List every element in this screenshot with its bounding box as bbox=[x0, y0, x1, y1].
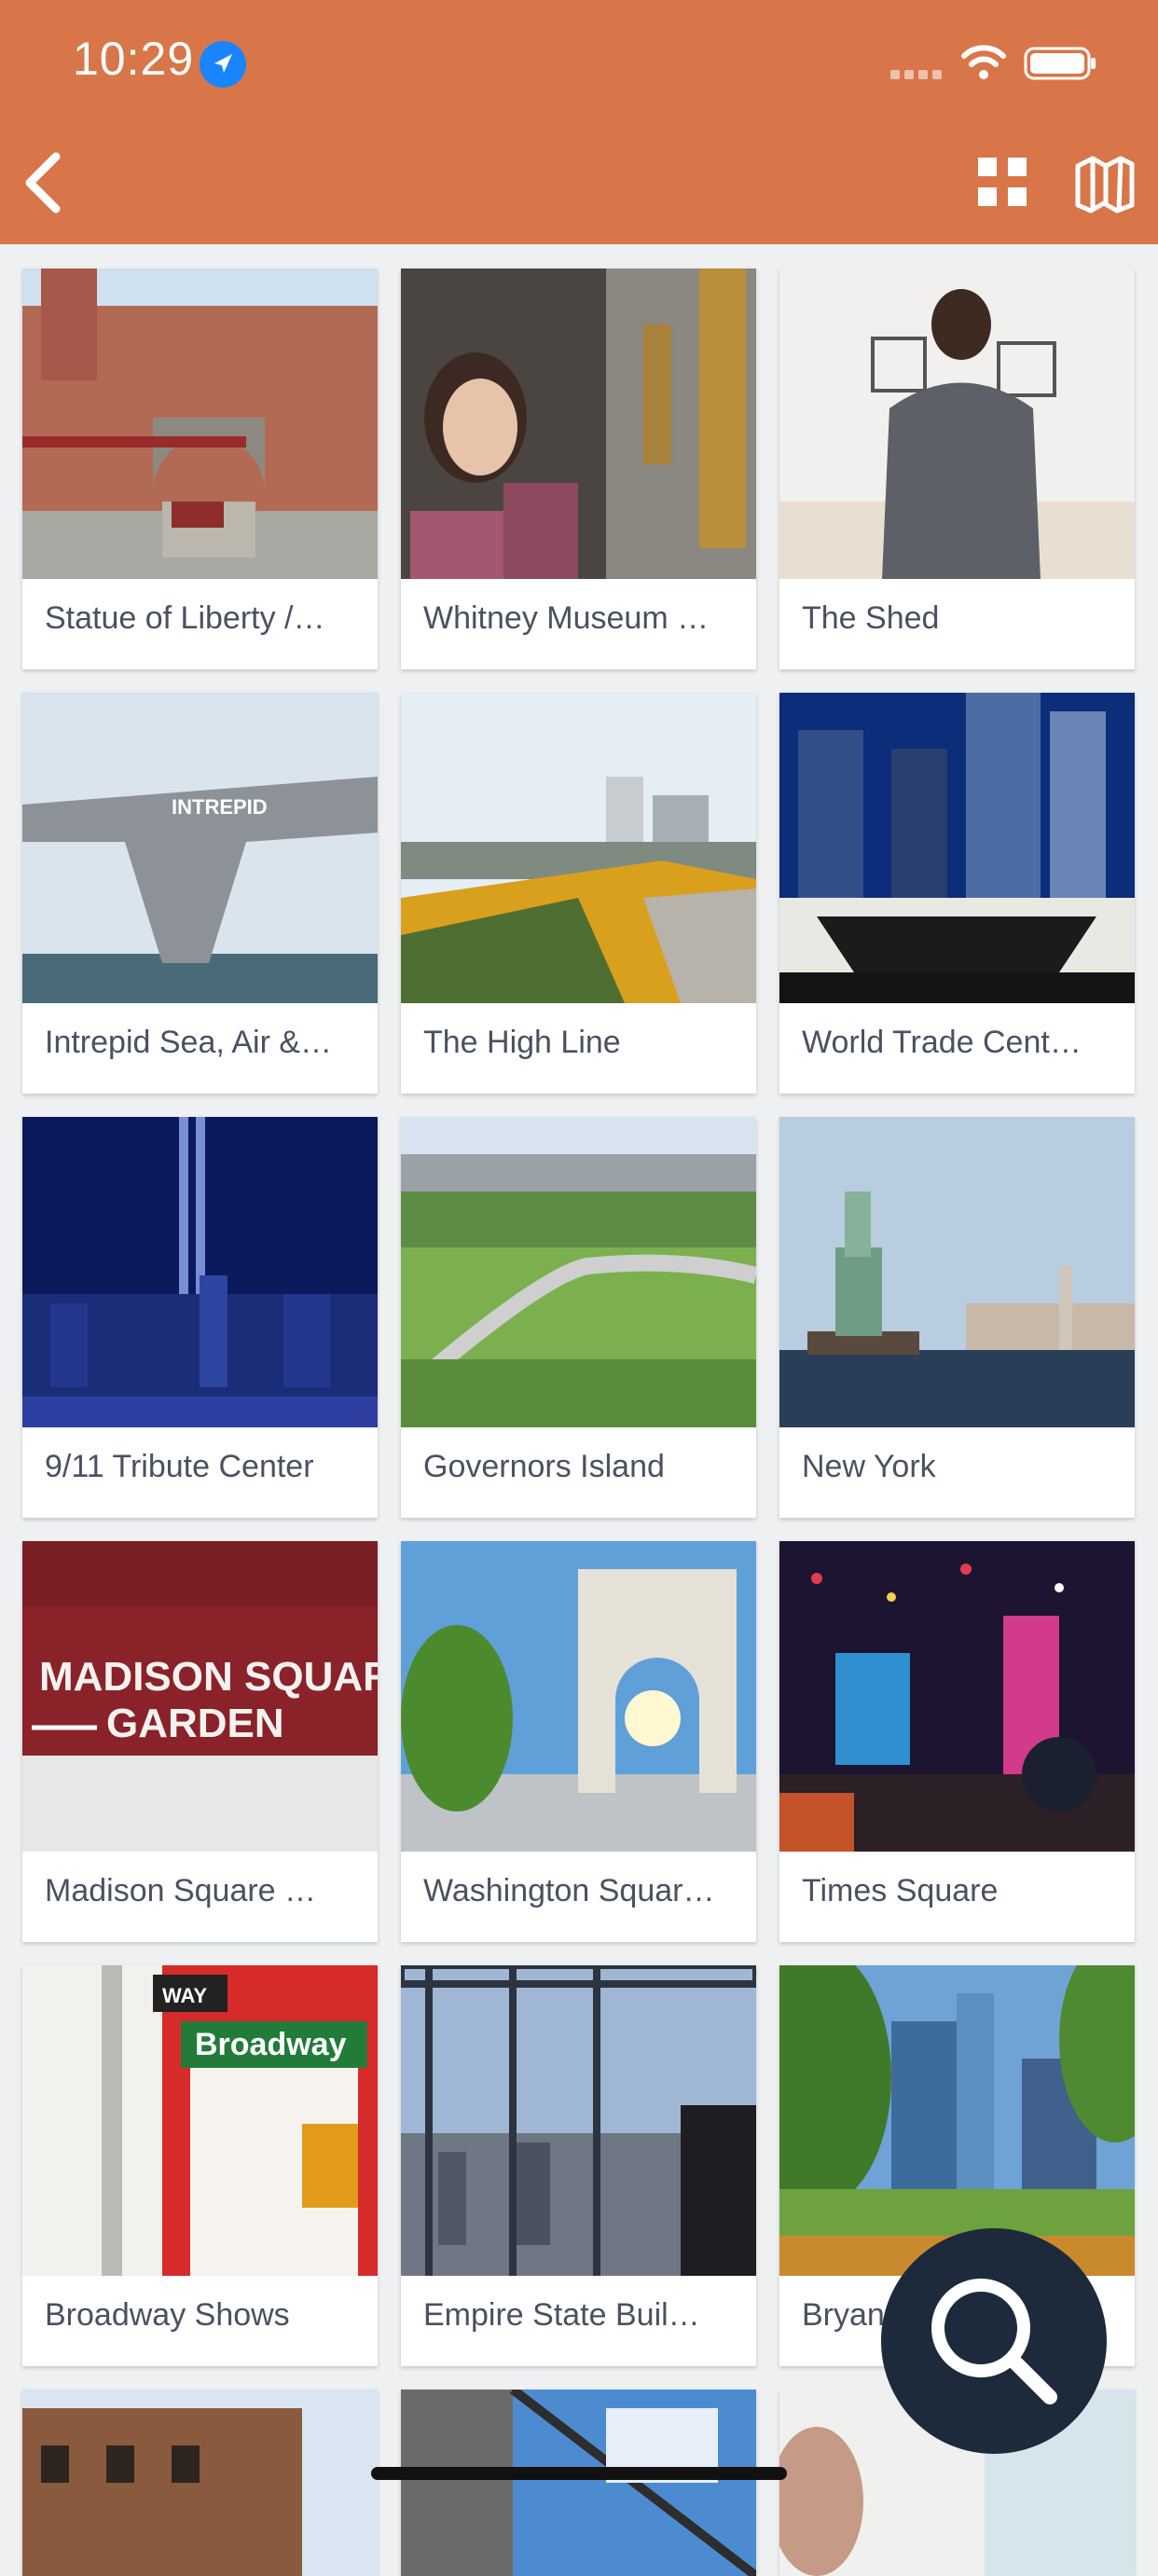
attraction-tile[interactable] bbox=[401, 2390, 756, 2576]
attraction-label: World Trade Cent… bbox=[802, 1025, 1082, 1060]
attraction-label: Intrepid Sea, Air &… bbox=[45, 1025, 333, 1060]
attraction-tile[interactable]: Governors Island bbox=[401, 1117, 756, 1518]
app-header: 10:29 bbox=[0, 0, 1158, 244]
attraction-image: Broadway WAY bbox=[22, 1965, 378, 2276]
attraction-label: Madison Square … bbox=[45, 1873, 317, 1908]
attraction-image bbox=[401, 2390, 756, 2576]
attraction-tile[interactable]: Broadway WAY Broadway Shows bbox=[22, 1965, 378, 2366]
madison-sign-bottom: GARDEN bbox=[106, 1701, 284, 1746]
attraction-image bbox=[401, 693, 756, 1003]
attraction-tile[interactable]: The High Line bbox=[401, 693, 756, 1094]
attraction-tile[interactable]: Statue of Liberty /… bbox=[22, 269, 378, 669]
attraction-image bbox=[779, 269, 1135, 579]
attraction-image: INTREPID bbox=[22, 693, 378, 1003]
attraction-tile[interactable]: INTREPID Intrepid Sea, Air &… bbox=[22, 693, 378, 1094]
attraction-tile[interactable]: MADISON SQUARE GARDEN Madison Square … bbox=[22, 1541, 378, 1942]
grid-view-button[interactable] bbox=[974, 154, 1030, 210]
attraction-image bbox=[22, 2390, 378, 2576]
attraction-image bbox=[779, 1541, 1135, 1852]
attraction-tile[interactable] bbox=[22, 2390, 378, 2576]
attraction-label: Governors Island bbox=[423, 1449, 665, 1484]
intrepid-text: INTREPID bbox=[172, 795, 268, 819]
attraction-label: Times Square bbox=[802, 1873, 999, 1908]
attraction-label: Washington Squar… bbox=[423, 1873, 715, 1908]
search-fab-button[interactable] bbox=[881, 2228, 1107, 2454]
attraction-image bbox=[779, 1965, 1135, 2276]
battery-icon bbox=[1024, 45, 1098, 87]
back-button[interactable] bbox=[13, 145, 78, 220]
attraction-image bbox=[779, 1117, 1135, 1427]
attraction-tile[interactable]: Washington Squar… bbox=[401, 1541, 756, 1942]
attraction-tile[interactable]: 9/11 Tribute Center bbox=[22, 1117, 378, 1518]
attraction-image bbox=[779, 693, 1135, 1003]
attraction-image bbox=[22, 1117, 378, 1427]
attraction-label: The High Line bbox=[423, 1025, 621, 1060]
cellular-signal-icon bbox=[890, 67, 946, 84]
attraction-image bbox=[401, 269, 756, 579]
wifi-icon bbox=[960, 41, 1007, 87]
search-icon bbox=[931, 2279, 1057, 2404]
attraction-image bbox=[401, 1541, 756, 1852]
attraction-image bbox=[401, 1965, 756, 2276]
status-time: 10:29 bbox=[73, 33, 195, 85]
attraction-image bbox=[401, 1117, 756, 1427]
attraction-tile[interactable]: New York bbox=[779, 1117, 1135, 1518]
attraction-label: The Shed bbox=[802, 600, 940, 636]
attraction-tile[interactable]: Whitney Museum … bbox=[401, 269, 756, 669]
madison-sign-top: MADISON SQUARE bbox=[39, 1654, 378, 1700]
attraction-label: Broadway Shows bbox=[45, 2297, 290, 2333]
broadway-sign: Broadway bbox=[195, 2027, 347, 2062]
location-icon bbox=[200, 41, 246, 88]
attraction-tile[interactable]: The Shed bbox=[779, 269, 1135, 669]
attraction-tile[interactable]: World Trade Cent… bbox=[779, 693, 1135, 1094]
attraction-image bbox=[22, 269, 378, 579]
attraction-tile[interactable]: Empire State Buil… bbox=[401, 1965, 756, 2366]
attraction-label: Whitney Museum … bbox=[423, 600, 710, 636]
attraction-label: New York bbox=[802, 1449, 936, 1484]
map-view-button[interactable] bbox=[1072, 149, 1137, 214]
attraction-tile[interactable]: Times Square bbox=[779, 1541, 1135, 1942]
home-indicator bbox=[371, 2467, 787, 2480]
attraction-label: Statue of Liberty /… bbox=[45, 600, 325, 636]
way-sign: WAY bbox=[162, 1984, 207, 2007]
attraction-label: Empire State Buil… bbox=[423, 2297, 700, 2333]
attraction-label: 9/11 Tribute Center bbox=[45, 1449, 314, 1484]
attraction-image: MADISON SQUARE GARDEN bbox=[22, 1541, 378, 1852]
